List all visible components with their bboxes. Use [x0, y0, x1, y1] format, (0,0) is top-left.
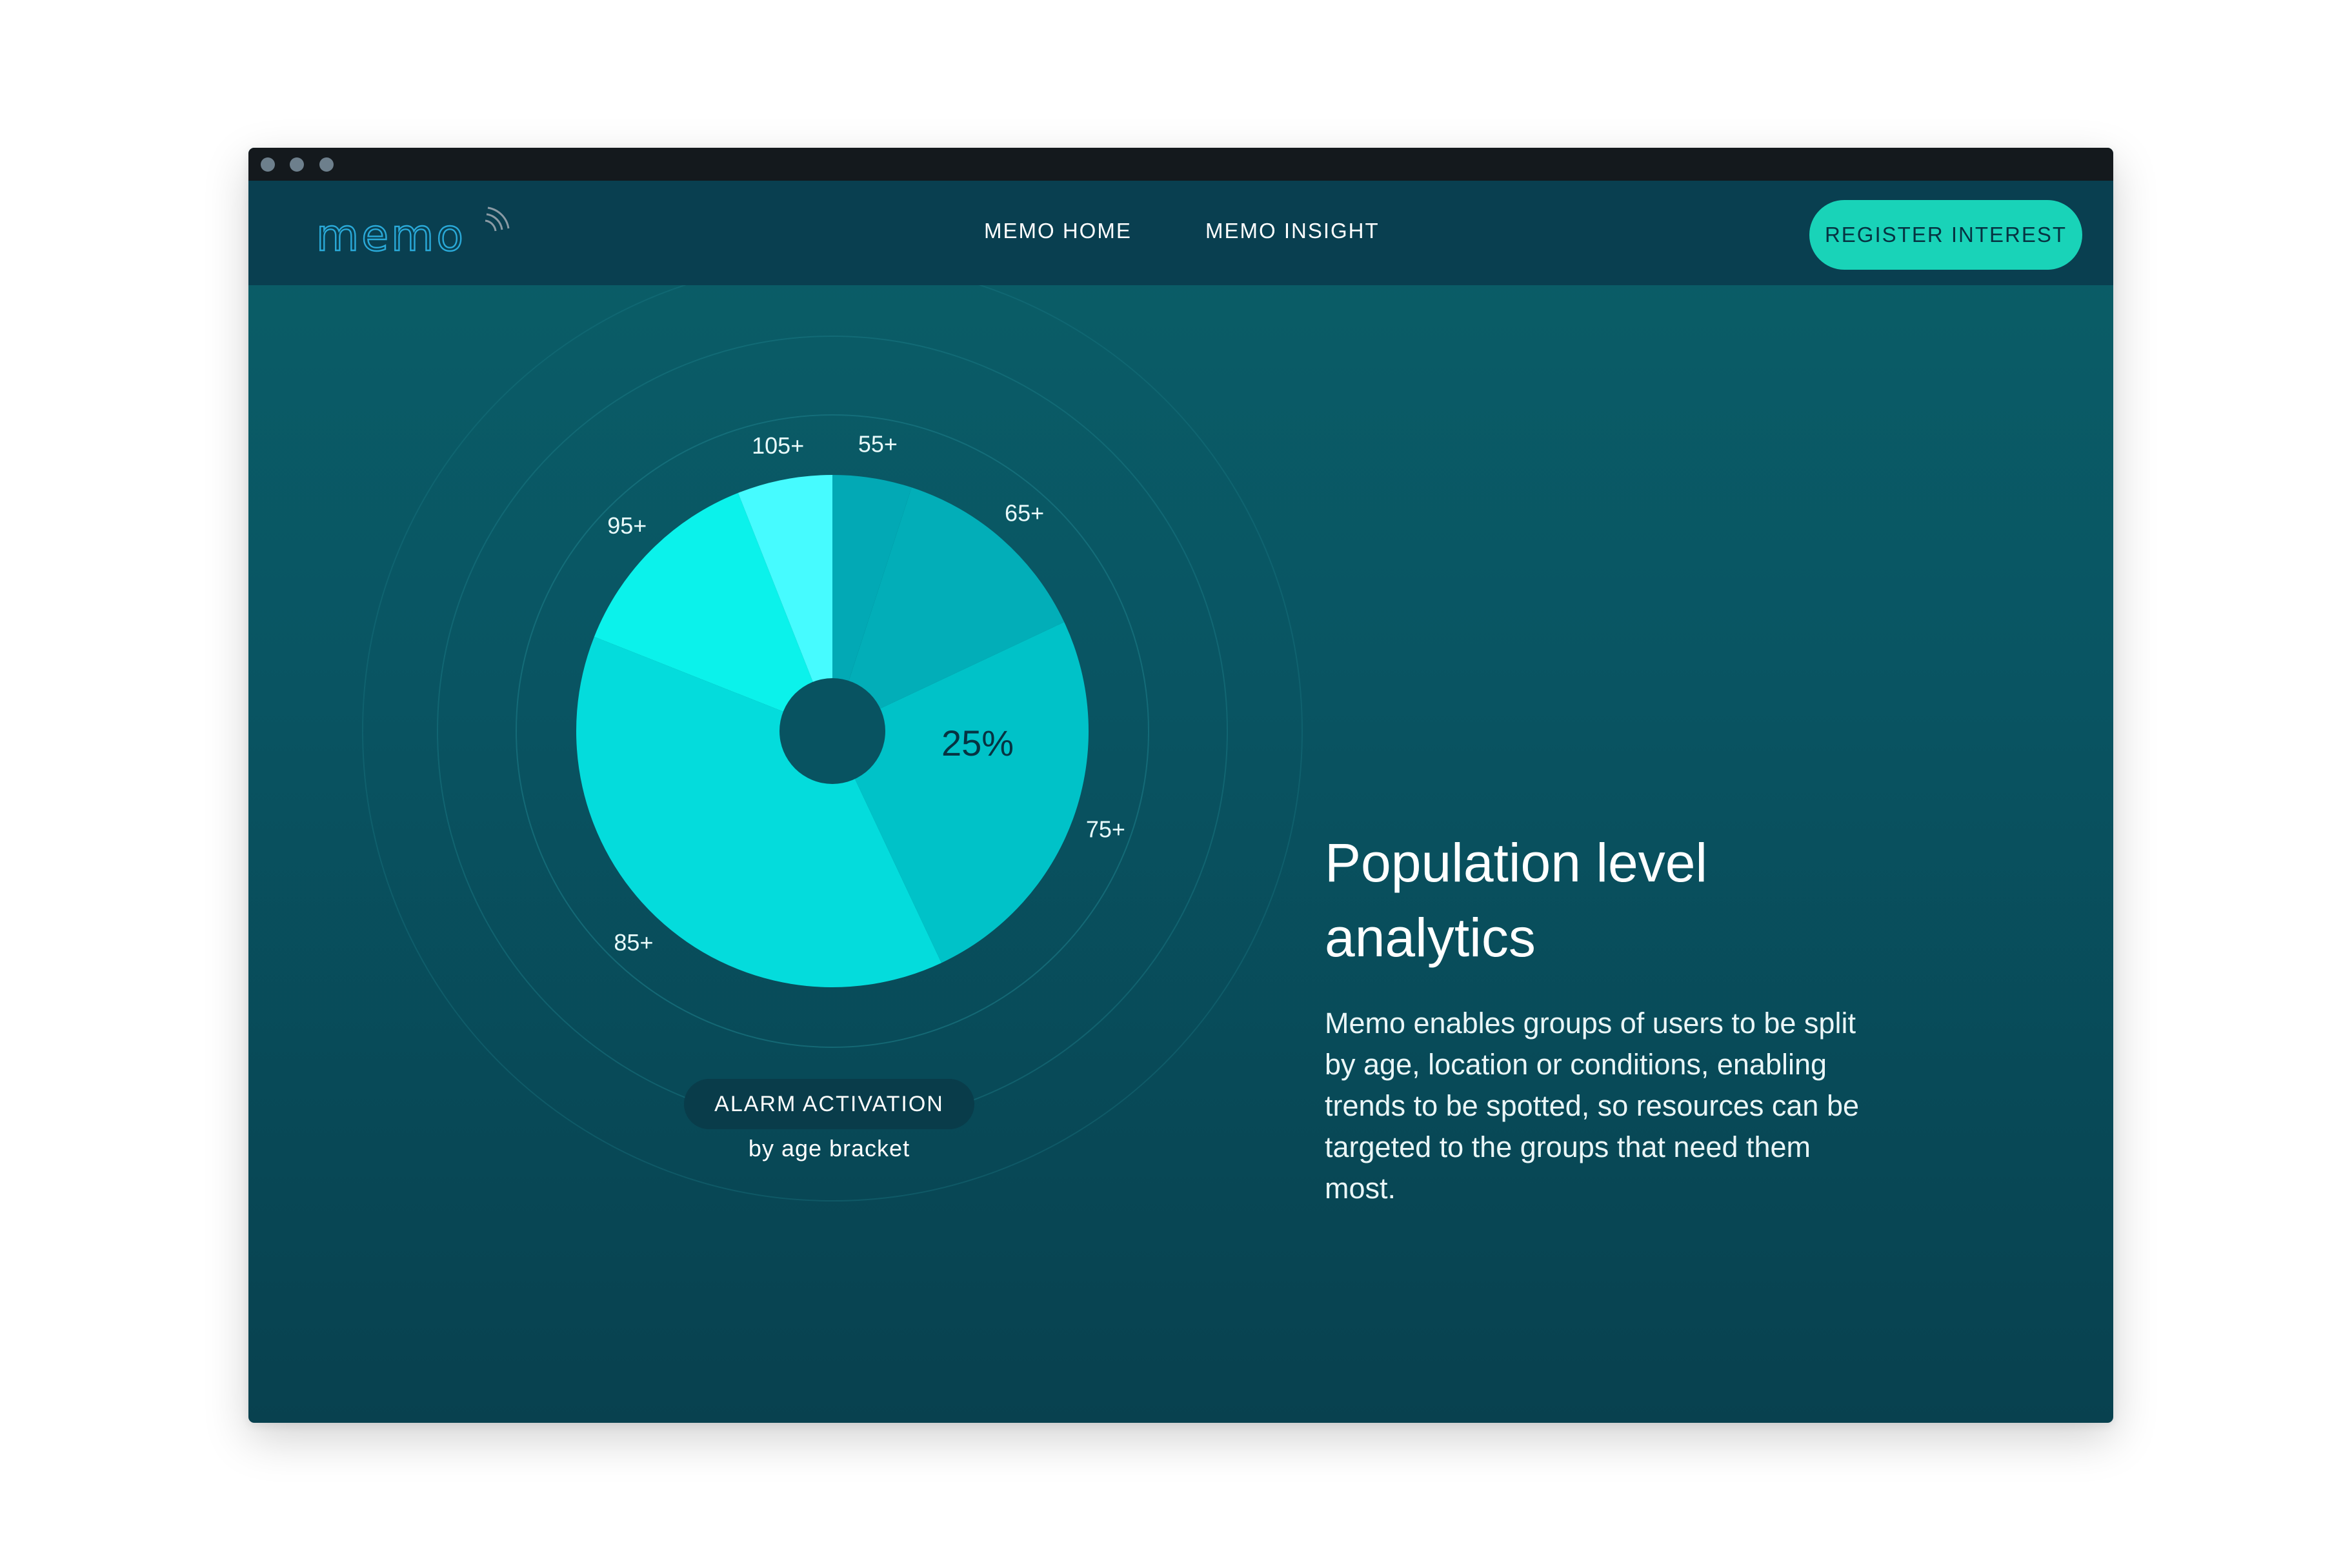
heading-line-1: Population level — [1325, 832, 1708, 893]
memo-logo[interactable]: memo — [316, 206, 510, 265]
browser-window: 55+ 65+ 75+ 85+ 95+ 105+ 25% memo MEMO HOME M… — [248, 148, 2113, 1423]
section-body: Memo enables groups of users to be split… — [1325, 1003, 1905, 1209]
slice-label: 105+ — [752, 432, 804, 459]
section-heading: Population level analytics — [1325, 825, 1905, 975]
logo-mark: memo — [316, 206, 510, 262]
nav-link-memo-home[interactable]: MEMO HOME — [984, 219, 1132, 243]
heading-line-2: analytics — [1325, 907, 1536, 968]
register-interest-button[interactable]: REGISTER INTEREST — [1809, 200, 2082, 270]
chart-canvas: 55+ 65+ 75+ 85+ 95+ 105+ 25% — [362, 285, 1303, 1201]
nav-link-memo-insight[interactable]: MEMO INSIGHT — [1205, 219, 1380, 243]
body-line-2: by age, location or conditions, enabling — [1325, 1048, 1827, 1081]
slice-label: 55+ — [858, 431, 898, 457]
body-line-5: most. — [1325, 1172, 1396, 1205]
slice-label: 75+ — [1086, 816, 1125, 842]
chart-subtitle: by age bracket — [748, 1135, 910, 1161]
chart-title-badge: ALARM ACTIVATION — [684, 1079, 974, 1129]
body-line-3: trends to be spotted, so resources can b… — [1325, 1089, 1859, 1122]
body-line-4: targeted to the groups that need them — [1325, 1131, 1811, 1163]
highlight-percentage: 25% — [941, 723, 1014, 763]
top-navbar: memo MEMO HOME MEMO INSIGHT REGISTER INT… — [248, 181, 2113, 285]
slice-label: 95+ — [607, 512, 647, 539]
slice-label: 85+ — [614, 929, 653, 956]
logo-wordmark: memo — [316, 210, 466, 261]
signal-arc-1 — [485, 219, 497, 232]
slice-label: 65+ — [1005, 499, 1044, 526]
body-line-1: Memo enables groups of users to be split — [1325, 1007, 1856, 1040]
signal-arc-3 — [487, 206, 510, 229]
donut-hole — [779, 678, 885, 784]
